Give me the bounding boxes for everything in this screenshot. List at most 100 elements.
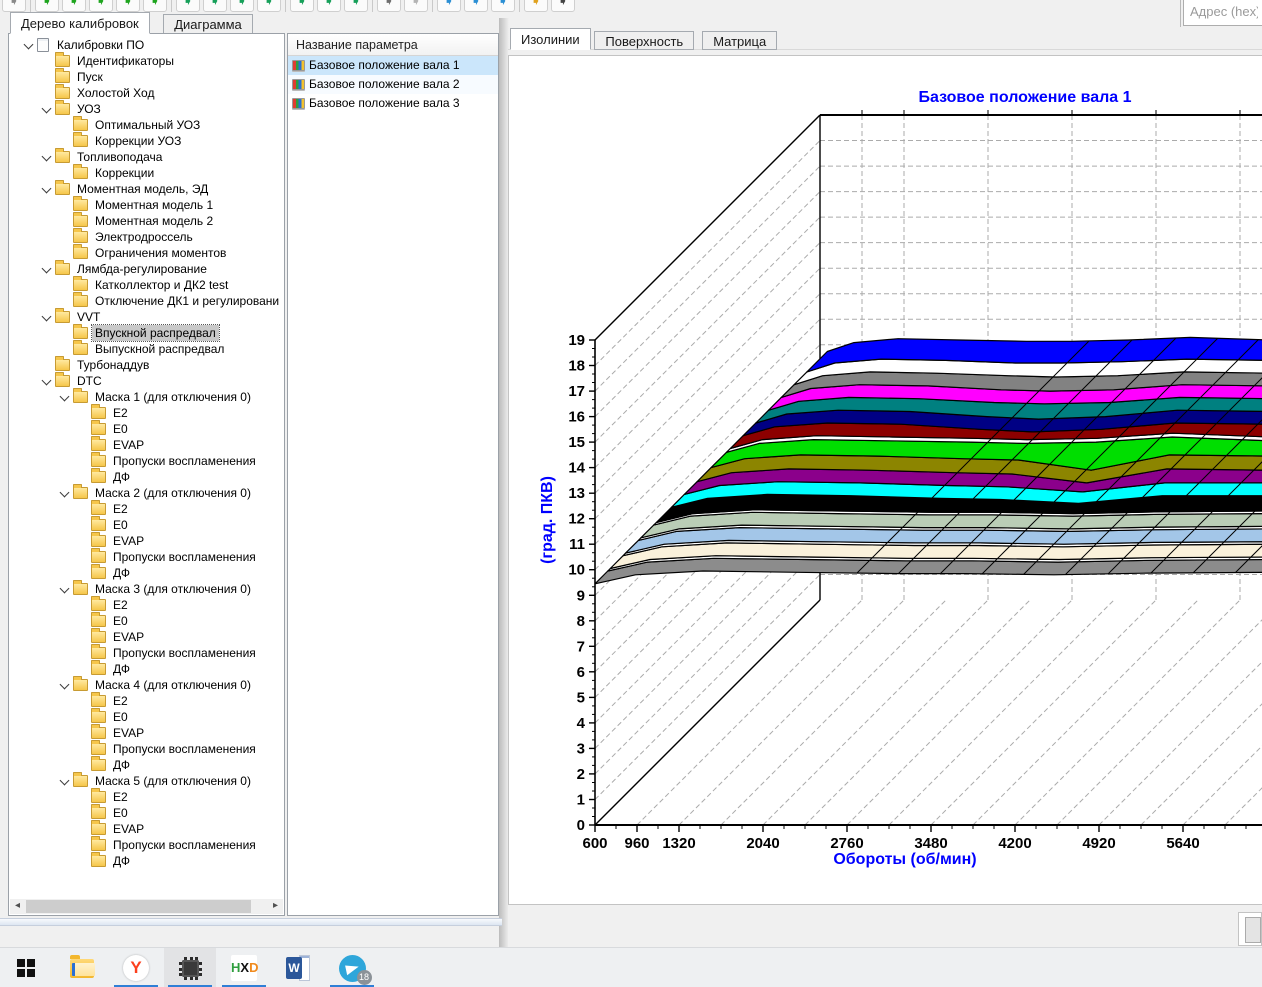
load-5-icon[interactable]: ➧ (143, 0, 167, 12)
tree-item-label[interactable]: Пропуски воспламенения (110, 453, 259, 469)
tree-item[interactable]: Отключение ДК1 и регулировани (9, 293, 284, 309)
tree-item-label[interactable]: ДФ (110, 757, 133, 773)
tree-item[interactable]: Идентификаторы (9, 53, 284, 69)
taskbar-word-button[interactable]: W (272, 948, 324, 987)
taskbar-yandex-button[interactable]: Y (110, 948, 162, 987)
save-3-icon[interactable]: ➧ (230, 0, 254, 12)
tree-item-label[interactable]: Ограничения моментов (92, 245, 229, 261)
save-2-icon[interactable]: ➧ (203, 0, 227, 12)
tree-item[interactable]: EVAP (9, 437, 284, 453)
tree-item-label[interactable]: Маска 1 (для отключения 0) (92, 389, 254, 405)
chevron-down-icon[interactable] (57, 389, 73, 405)
load-2-icon[interactable]: ➧ (62, 0, 86, 12)
chevron-down-icon[interactable] (57, 773, 73, 789)
tree-item[interactable]: ДФ (9, 661, 284, 677)
chevron-down-icon[interactable] (39, 101, 55, 117)
tree-item[interactable]: EVAP (9, 821, 284, 837)
taskbar-explorer-button[interactable] (56, 948, 108, 987)
tree-item-label[interactable]: E2 (110, 405, 131, 421)
dark-icon[interactable]: ➧ (551, 0, 575, 12)
tree-item-label[interactable]: Идентификаторы (74, 53, 177, 69)
tree-item[interactable]: Впускной распредвал (9, 325, 284, 341)
taskbar-start-button[interactable] (0, 948, 52, 987)
tree-item-label[interactable]: E0 (110, 517, 131, 533)
parameter-row[interactable]: Базовое положение вала 3 (288, 94, 498, 113)
tree-item[interactable]: Выпускной распредвал (9, 341, 284, 357)
tree-item-label[interactable]: Отключение ДК1 и регулировани (92, 293, 282, 309)
tree-item-label[interactable]: Пропуски воспламенения (110, 645, 259, 661)
tree-item[interactable]: E0 (9, 709, 284, 725)
sync-2-icon[interactable]: ➧ (317, 0, 341, 12)
chart-tab-2[interactable]: Матрица (702, 31, 777, 50)
scroll-left-arrow-icon[interactable]: ◂ (10, 899, 25, 914)
tree-item[interactable]: УОЗ (9, 101, 284, 117)
tools-icon[interactable]: ➧ (524, 0, 548, 12)
tree-item[interactable]: Лямбда-регулирование (9, 261, 284, 277)
chart-tab-0[interactable]: Изолинии (510, 28, 591, 50)
taskbar-telegram-button[interactable]: 18 (326, 948, 378, 987)
tree-item[interactable]: ДФ (9, 469, 284, 485)
tree-item-label[interactable]: Электродроссель (92, 229, 196, 245)
tree-item-label[interactable]: DTC (74, 373, 105, 389)
tree-item-label[interactable]: Оптимальный УОЗ (92, 117, 203, 133)
tree-item-label[interactable]: E0 (110, 709, 131, 725)
tree-item[interactable]: E2 (9, 597, 284, 613)
tree-item[interactable]: Пуск (9, 69, 284, 85)
taskbar-hxd-button[interactable]: HXD (218, 948, 270, 987)
tree-item-label[interactable]: EVAP (110, 821, 147, 837)
tree-item[interactable]: Маска 3 (для отключения 0) (9, 581, 284, 597)
tree-item[interactable]: Катколлектор и ДК2 test (9, 277, 284, 293)
tree-item-label[interactable]: Пропуски воспламенения (110, 837, 259, 853)
tree-item-label[interactable]: EVAP (110, 437, 147, 453)
tree-item[interactable]: Холостой Ход (9, 85, 284, 101)
tree-item-label[interactable]: Лямбда-регулирование (74, 261, 210, 277)
partial-scroll-button[interactable] (1245, 917, 1261, 943)
tree-item[interactable]: Маска 2 (для отключения 0) (9, 485, 284, 501)
view-1-icon[interactable]: ➧ (437, 0, 461, 12)
tree-item[interactable]: Пропуски воспламенения (9, 645, 284, 661)
parameter-row[interactable]: Базовое положение вала 1 (288, 56, 498, 75)
tree-item-label[interactable]: Маска 2 (для отключения 0) (92, 485, 254, 501)
tree-item-label[interactable]: ДФ (110, 661, 133, 677)
tree-item-label[interactable]: E2 (110, 789, 131, 805)
tree-item[interactable]: ДФ (9, 565, 284, 581)
tree-item[interactable]: E0 (9, 421, 284, 437)
tree-item-label[interactable]: Коррекции УОЗ (92, 133, 184, 149)
chevron-down-icon[interactable] (21, 37, 37, 53)
tree-horizontal-scrollbar[interactable]: ◂ ▸ (10, 899, 283, 914)
load-1-icon[interactable]: ➧ (35, 0, 59, 12)
compare-icon[interactable]: ➧ (377, 0, 401, 12)
chevron-down-icon[interactable] (39, 261, 55, 277)
tree-item-label[interactable]: E2 (110, 501, 131, 517)
save-4-icon[interactable]: ➧ (257, 0, 281, 12)
tree-item-label[interactable]: Калибровки ПО (54, 37, 147, 53)
tree-item-label[interactable]: Моментная модель 1 (92, 197, 216, 213)
tree-item[interactable]: E2 (9, 693, 284, 709)
tree-item-label[interactable]: Маска 5 (для отключения 0) (92, 773, 254, 789)
tree-item[interactable]: E0 (9, 805, 284, 821)
tree-item[interactable]: Ограничения моментов (9, 245, 284, 261)
tree-item-label[interactable]: ДФ (110, 469, 133, 485)
tree-item[interactable]: Маска 1 (для отключения 0) (9, 389, 284, 405)
tree-item-label[interactable]: E0 (110, 805, 131, 821)
tree-item-label[interactable]: EVAP (110, 629, 147, 645)
tree-item[interactable]: Калибровки ПО (9, 37, 284, 53)
tree-item-label[interactable]: E2 (110, 693, 131, 709)
tree-item[interactable]: Моментная модель 2 (9, 213, 284, 229)
tree-item-label[interactable]: Пуск (74, 69, 106, 85)
chevron-down-icon[interactable] (57, 677, 73, 693)
file-icon[interactable]: ➧ (2, 0, 26, 12)
tree-item-label[interactable]: Моментная модель, ЭД (74, 181, 211, 197)
chevron-down-icon[interactable] (57, 581, 73, 597)
tree-item[interactable]: Коррекции (9, 165, 284, 181)
tree-item-label[interactable]: Выпускной распредвал (92, 341, 227, 357)
tree-item[interactable]: Пропуски воспламенения (9, 837, 284, 853)
tree-item-label[interactable]: EVAP (110, 533, 147, 549)
tree-item[interactable]: Пропуски воспламенения (9, 453, 284, 469)
chevron-down-icon[interactable] (39, 309, 55, 325)
chevron-down-icon[interactable] (57, 485, 73, 501)
tree-item-label[interactable]: EVAP (110, 725, 147, 741)
tree-item-label[interactable]: Пропуски воспламенения (110, 549, 259, 565)
tree-item[interactable]: E2 (9, 405, 284, 421)
chart-tab-1[interactable]: Поверхность (594, 31, 694, 50)
